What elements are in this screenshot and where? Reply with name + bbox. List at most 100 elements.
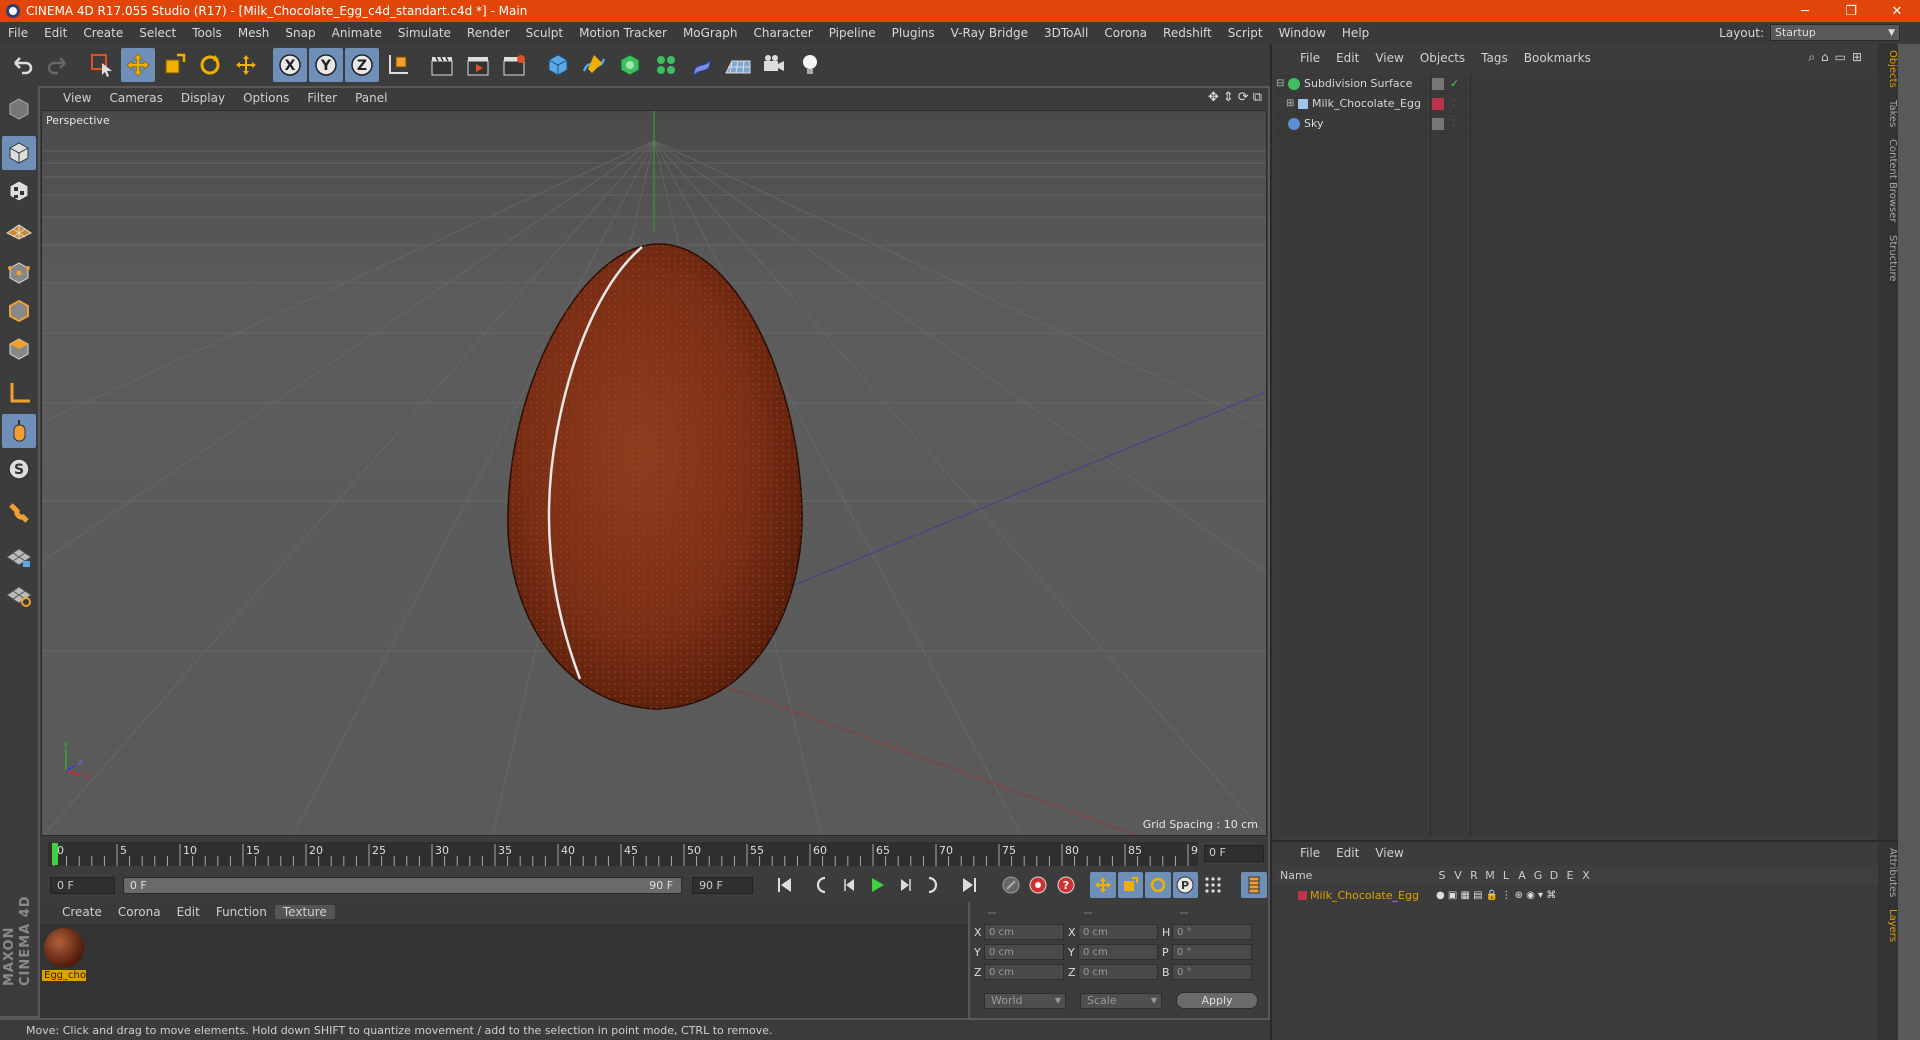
menu-mograph[interactable]: MoGraph xyxy=(675,26,746,40)
om-menu-view[interactable]: View xyxy=(1367,51,1411,65)
coordinate-space-dropdown[interactable]: World ▼ xyxy=(984,992,1066,1009)
record-active-objects-button[interactable] xyxy=(998,872,1024,898)
add-generator-button[interactable] xyxy=(613,48,647,82)
go-to-start-button[interactable] xyxy=(772,872,798,898)
z-axis-lock-button[interactable]: Z xyxy=(345,48,379,82)
play-button[interactable] xyxy=(864,872,890,898)
menu-create[interactable]: Create xyxy=(75,26,131,40)
restore-button[interactable]: ❐ xyxy=(1828,0,1874,22)
add-floor-button[interactable] xyxy=(721,48,755,82)
menu-animate[interactable]: Animate xyxy=(324,26,390,40)
layer-row[interactable]: Milk_Chocolate_Egg ● ▣ ▦ ▤ 🔒 ⋮ ⊕ ◉ ▾ ⌘ xyxy=(1274,886,1882,904)
next-frame-button[interactable] xyxy=(892,872,918,898)
timeline-playhead[interactable] xyxy=(52,843,58,865)
make-editable-button[interactable] xyxy=(2,92,36,126)
rotation-h-field[interactable]: 0 ° xyxy=(1172,924,1252,940)
start-frame-field[interactable]: 0 F xyxy=(50,876,115,894)
layer-toggle-icons[interactable]: ● ▣ ▦ ▤ 🔒 ⋮ ⊕ ◉ ▾ ⌘ xyxy=(1436,890,1556,901)
lm-menu-file[interactable]: File xyxy=(1292,846,1328,860)
enable-snapping-button[interactable] xyxy=(2,496,36,530)
next-key-button[interactable] xyxy=(919,872,945,898)
key-point-level-button[interactable] xyxy=(1200,872,1226,898)
tweak-mode-button[interactable] xyxy=(2,414,36,448)
go-to-end-button[interactable] xyxy=(957,872,983,898)
material-menu-edit[interactable]: Edit xyxy=(169,905,208,919)
x-axis-lock-button[interactable]: X xyxy=(273,48,307,82)
lm-menu-view[interactable]: View xyxy=(1367,846,1411,860)
grid-snap-button[interactable] xyxy=(2,578,36,612)
rotate-tool-button[interactable] xyxy=(193,48,227,82)
enabled-check-icon[interactable]: ✓ xyxy=(1450,77,1459,90)
object-row-subdivision-surface[interactable]: ⊟ Subdivision Surface ✓ xyxy=(1274,74,1888,94)
menu-redshift[interactable]: Redshift xyxy=(1155,26,1220,40)
menu-character[interactable]: Character xyxy=(745,26,820,40)
layer-icon[interactable] xyxy=(1432,117,1444,130)
redo-button[interactable] xyxy=(41,48,75,82)
keyframe-selection-button[interactable]: ? xyxy=(1053,872,1079,898)
menu-tools[interactable]: Tools xyxy=(184,26,230,40)
rotation-b-field[interactable]: 0 ° xyxy=(1172,964,1252,980)
previous-key-button[interactable] xyxy=(809,872,835,898)
orbit-icon[interactable]: ⟳ xyxy=(1238,90,1249,105)
tab-layers[interactable]: Layers xyxy=(1878,903,1898,948)
add-mograph-button[interactable] xyxy=(649,48,683,82)
menu-window[interactable]: Window xyxy=(1271,26,1334,40)
size-z-field[interactable]: 0 cm xyxy=(1078,964,1158,980)
collapse-icon[interactable]: ⊟ xyxy=(1276,78,1284,89)
axis-mode-button[interactable] xyxy=(2,376,36,410)
workplane-lock-button[interactable] xyxy=(2,540,36,574)
size-mode-dropdown[interactable]: Scale ▼ xyxy=(1080,992,1162,1009)
undo-button[interactable] xyxy=(5,48,39,82)
timeline-window-button[interactable] xyxy=(1241,872,1267,898)
tab-content-browser[interactable]: Content Browser xyxy=(1878,133,1898,228)
menu-snap[interactable]: Snap xyxy=(277,26,323,40)
key-parameter-button[interactable]: P xyxy=(1172,872,1199,898)
menu-help[interactable]: Help xyxy=(1334,26,1377,40)
om-menu-file[interactable]: File xyxy=(1292,51,1328,65)
move-tool-button[interactable] xyxy=(121,48,155,82)
expand-icon[interactable]: ⊞ xyxy=(1852,50,1862,65)
menu-motion-tracker[interactable]: Motion Tracker xyxy=(571,26,675,40)
position-z-field[interactable]: 0 cm xyxy=(984,964,1064,980)
object-row-sky[interactable]: Sky ⁚ xyxy=(1274,114,1888,134)
menu-select[interactable]: Select xyxy=(131,26,184,40)
menu-sculpt[interactable]: Sculpt xyxy=(518,26,571,40)
points-mode-button[interactable] xyxy=(2,256,36,290)
perspective-viewport[interactable]: y x z Perspective Grid Spacing : 10 cm xyxy=(41,110,1267,836)
material-menu-texture[interactable]: Texture xyxy=(274,905,335,919)
material-thumbnail[interactable]: Egg_cho xyxy=(42,928,86,988)
edges-mode-button[interactable] xyxy=(2,294,36,328)
menu-file[interactable]: File xyxy=(0,26,36,40)
om-menu-objects[interactable]: Objects xyxy=(1412,51,1473,65)
autokey-button[interactable] xyxy=(1025,872,1051,898)
menu-pipeline[interactable]: Pipeline xyxy=(821,26,884,40)
key-position-button[interactable] xyxy=(1090,872,1116,898)
menu-vray-bridge[interactable]: V-Ray Bridge xyxy=(943,26,1036,40)
viewport-menu-display[interactable]: Display xyxy=(172,91,234,105)
menu-simulate[interactable]: Simulate xyxy=(390,26,459,40)
previous-frame-button[interactable] xyxy=(837,872,863,898)
coordinate-system-button[interactable] xyxy=(381,48,415,82)
menu-render[interactable]: Render xyxy=(459,26,518,40)
y-axis-lock-button[interactable]: Y xyxy=(309,48,343,82)
add-light-button[interactable] xyxy=(793,48,827,82)
home-icon[interactable]: ⌂ xyxy=(1821,50,1829,65)
polygons-mode-button[interactable] xyxy=(2,332,36,366)
recent-tools-button[interactable] xyxy=(229,48,263,82)
minimize-button[interactable]: ─ xyxy=(1782,0,1828,22)
menu-3dtoall[interactable]: 3DToAll xyxy=(1036,26,1096,40)
viewport-menu-view[interactable]: View xyxy=(54,91,100,105)
new-view-icon[interactable]: ▭ xyxy=(1835,50,1846,65)
tab-attributes[interactable]: Attributes xyxy=(1878,842,1898,903)
current-frame-field[interactable]: 0 F xyxy=(1204,845,1264,862)
preview-range-slider[interactable]: 0 F 90 F xyxy=(122,876,683,894)
add-spline-button[interactable] xyxy=(577,48,611,82)
tab-takes[interactable]: Takes xyxy=(1878,94,1898,133)
scale-tool-button[interactable] xyxy=(157,48,191,82)
size-y-field[interactable]: 0 cm xyxy=(1078,944,1158,960)
add-camera-button[interactable] xyxy=(757,48,791,82)
apply-button[interactable]: Apply xyxy=(1176,992,1258,1009)
menu-edit[interactable]: Edit xyxy=(36,26,75,40)
tab-objects[interactable]: Objects xyxy=(1878,44,1898,94)
menu-script[interactable]: Script xyxy=(1220,26,1271,40)
